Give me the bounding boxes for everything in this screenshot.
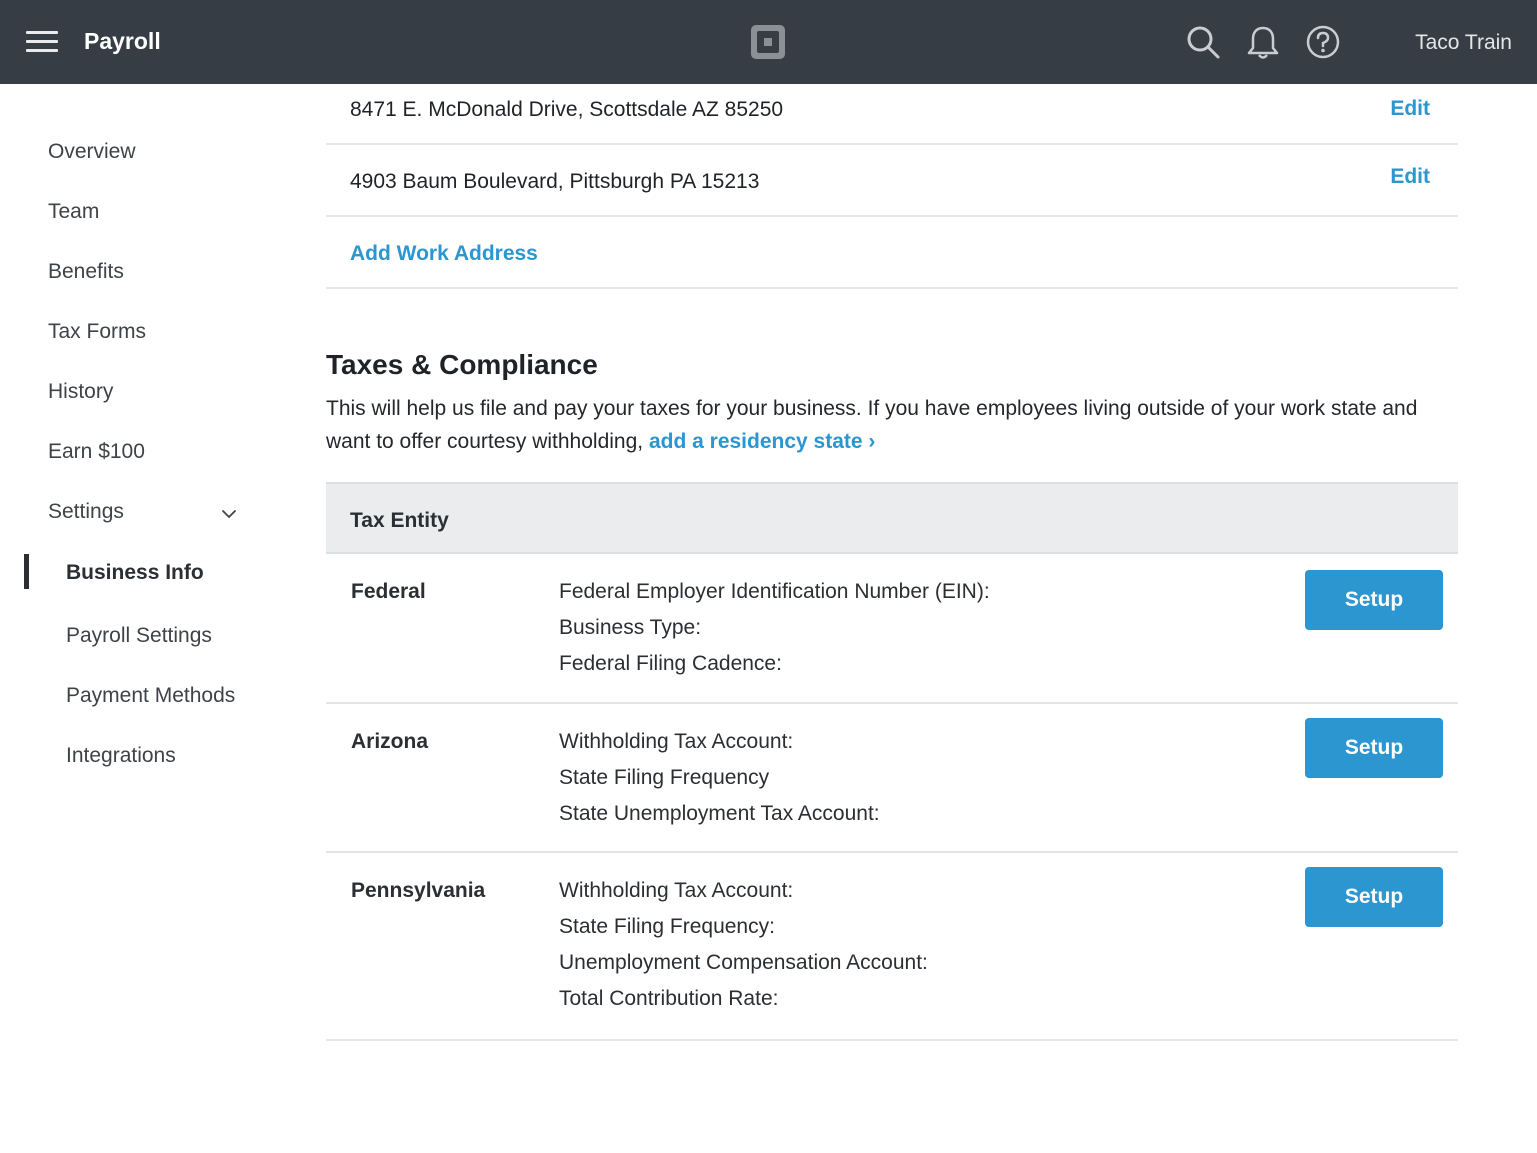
entity-fields: Withholding Tax Account: State Filing Fr… bbox=[559, 730, 880, 838]
field-label: State Filing Frequency bbox=[559, 766, 770, 789]
account-name[interactable]: Taco Train bbox=[1415, 31, 1512, 55]
sidebar-item-overview[interactable]: Overview bbox=[48, 140, 136, 164]
bell-icon[interactable] bbox=[1245, 24, 1281, 60]
table-header-label: Tax Entity bbox=[350, 509, 449, 532]
help-icon[interactable] bbox=[1305, 24, 1341, 60]
sidebar-item-payment-methods[interactable]: Payment Methods bbox=[66, 684, 235, 708]
field-label: Unemployment Compensation Account: bbox=[559, 951, 928, 974]
sidebar-item-business-info[interactable]: Business Info bbox=[66, 561, 204, 585]
app-title: Payroll bbox=[84, 28, 161, 54]
sidebar: Overview Team Benefits Tax Forms History… bbox=[0, 84, 300, 1153]
address-row: 8471 E. McDonald Drive, Scottsdale AZ 85… bbox=[326, 84, 1458, 145]
active-indicator bbox=[24, 554, 29, 589]
square-logo-icon[interactable] bbox=[750, 24, 786, 60]
address-row: 4903 Baum Boulevard, Pittsburgh PA 15213… bbox=[326, 145, 1458, 217]
sidebar-item-tax-forms[interactable]: Tax Forms bbox=[48, 320, 146, 344]
table-header: Tax Entity bbox=[326, 482, 1458, 554]
sidebar-item-payroll-settings[interactable]: Payroll Settings bbox=[66, 624, 212, 648]
sidebar-item-earn[interactable]: Earn $100 bbox=[48, 440, 145, 464]
field-label: Federal Filing Cadence: bbox=[559, 652, 782, 675]
top-bar: Payroll Taco Train bbox=[0, 0, 1537, 84]
table-row: Arizona Withholding Tax Account: State F… bbox=[326, 704, 1458, 853]
field-label: State Unemployment Tax Account: bbox=[559, 802, 880, 825]
entity-fields: Withholding Tax Account: State Filing Fr… bbox=[559, 879, 928, 1023]
federal-setup-button[interactable]: Setup bbox=[1305, 570, 1443, 630]
edit-address-button[interactable]: Edit bbox=[1390, 97, 1430, 121]
address-text: 8471 E. McDonald Drive, Scottsdale AZ 85… bbox=[350, 98, 784, 121]
add-address-row: Add Work Address bbox=[326, 217, 1458, 289]
sidebar-item-settings[interactable]: Settings bbox=[48, 500, 124, 524]
entity-name: Pennsylvania bbox=[351, 879, 486, 902]
field-label: Business Type: bbox=[559, 616, 702, 639]
field-label: Withholding Tax Account: bbox=[559, 879, 794, 902]
field-label: State Filing Frequency: bbox=[559, 915, 775, 938]
sidebar-item-team[interactable]: Team bbox=[48, 200, 99, 224]
add-residency-state-link[interactable]: add a residency state › bbox=[649, 430, 875, 453]
sidebar-item-integrations[interactable]: Integrations bbox=[66, 744, 176, 768]
add-work-address-button[interactable]: Add Work Address bbox=[350, 242, 538, 266]
section-description: This will help us file and pay your taxe… bbox=[326, 392, 1458, 458]
sidebar-item-history[interactable]: History bbox=[48, 380, 113, 404]
table-row: Pennsylvania Withholding Tax Account: St… bbox=[326, 853, 1458, 1041]
arizona-setup-button[interactable]: Setup bbox=[1305, 718, 1443, 778]
field-label: Total Contribution Rate: bbox=[559, 987, 779, 1010]
search-icon[interactable] bbox=[1185, 24, 1221, 60]
entity-name: Arizona bbox=[351, 730, 429, 753]
table-row: Federal Federal Employer Identification … bbox=[326, 554, 1458, 704]
field-label: Withholding Tax Account: bbox=[559, 730, 794, 753]
section-title: Taxes & Compliance bbox=[326, 349, 598, 380]
edit-address-button[interactable]: Edit bbox=[1390, 165, 1430, 189]
entity-fields: Federal Employer Identification Number (… bbox=[559, 580, 990, 688]
entity-name: Federal bbox=[351, 580, 426, 603]
field-label: Federal Employer Identification Number (… bbox=[559, 580, 990, 603]
pennsylvania-setup-button[interactable]: Setup bbox=[1305, 867, 1443, 927]
chevron-down-icon[interactable] bbox=[220, 505, 238, 523]
sidebar-item-benefits[interactable]: Benefits bbox=[48, 260, 124, 284]
address-text: 4903 Baum Boulevard, Pittsburgh PA 15213 bbox=[350, 170, 760, 193]
hamburger-menu-icon[interactable] bbox=[26, 28, 58, 54]
